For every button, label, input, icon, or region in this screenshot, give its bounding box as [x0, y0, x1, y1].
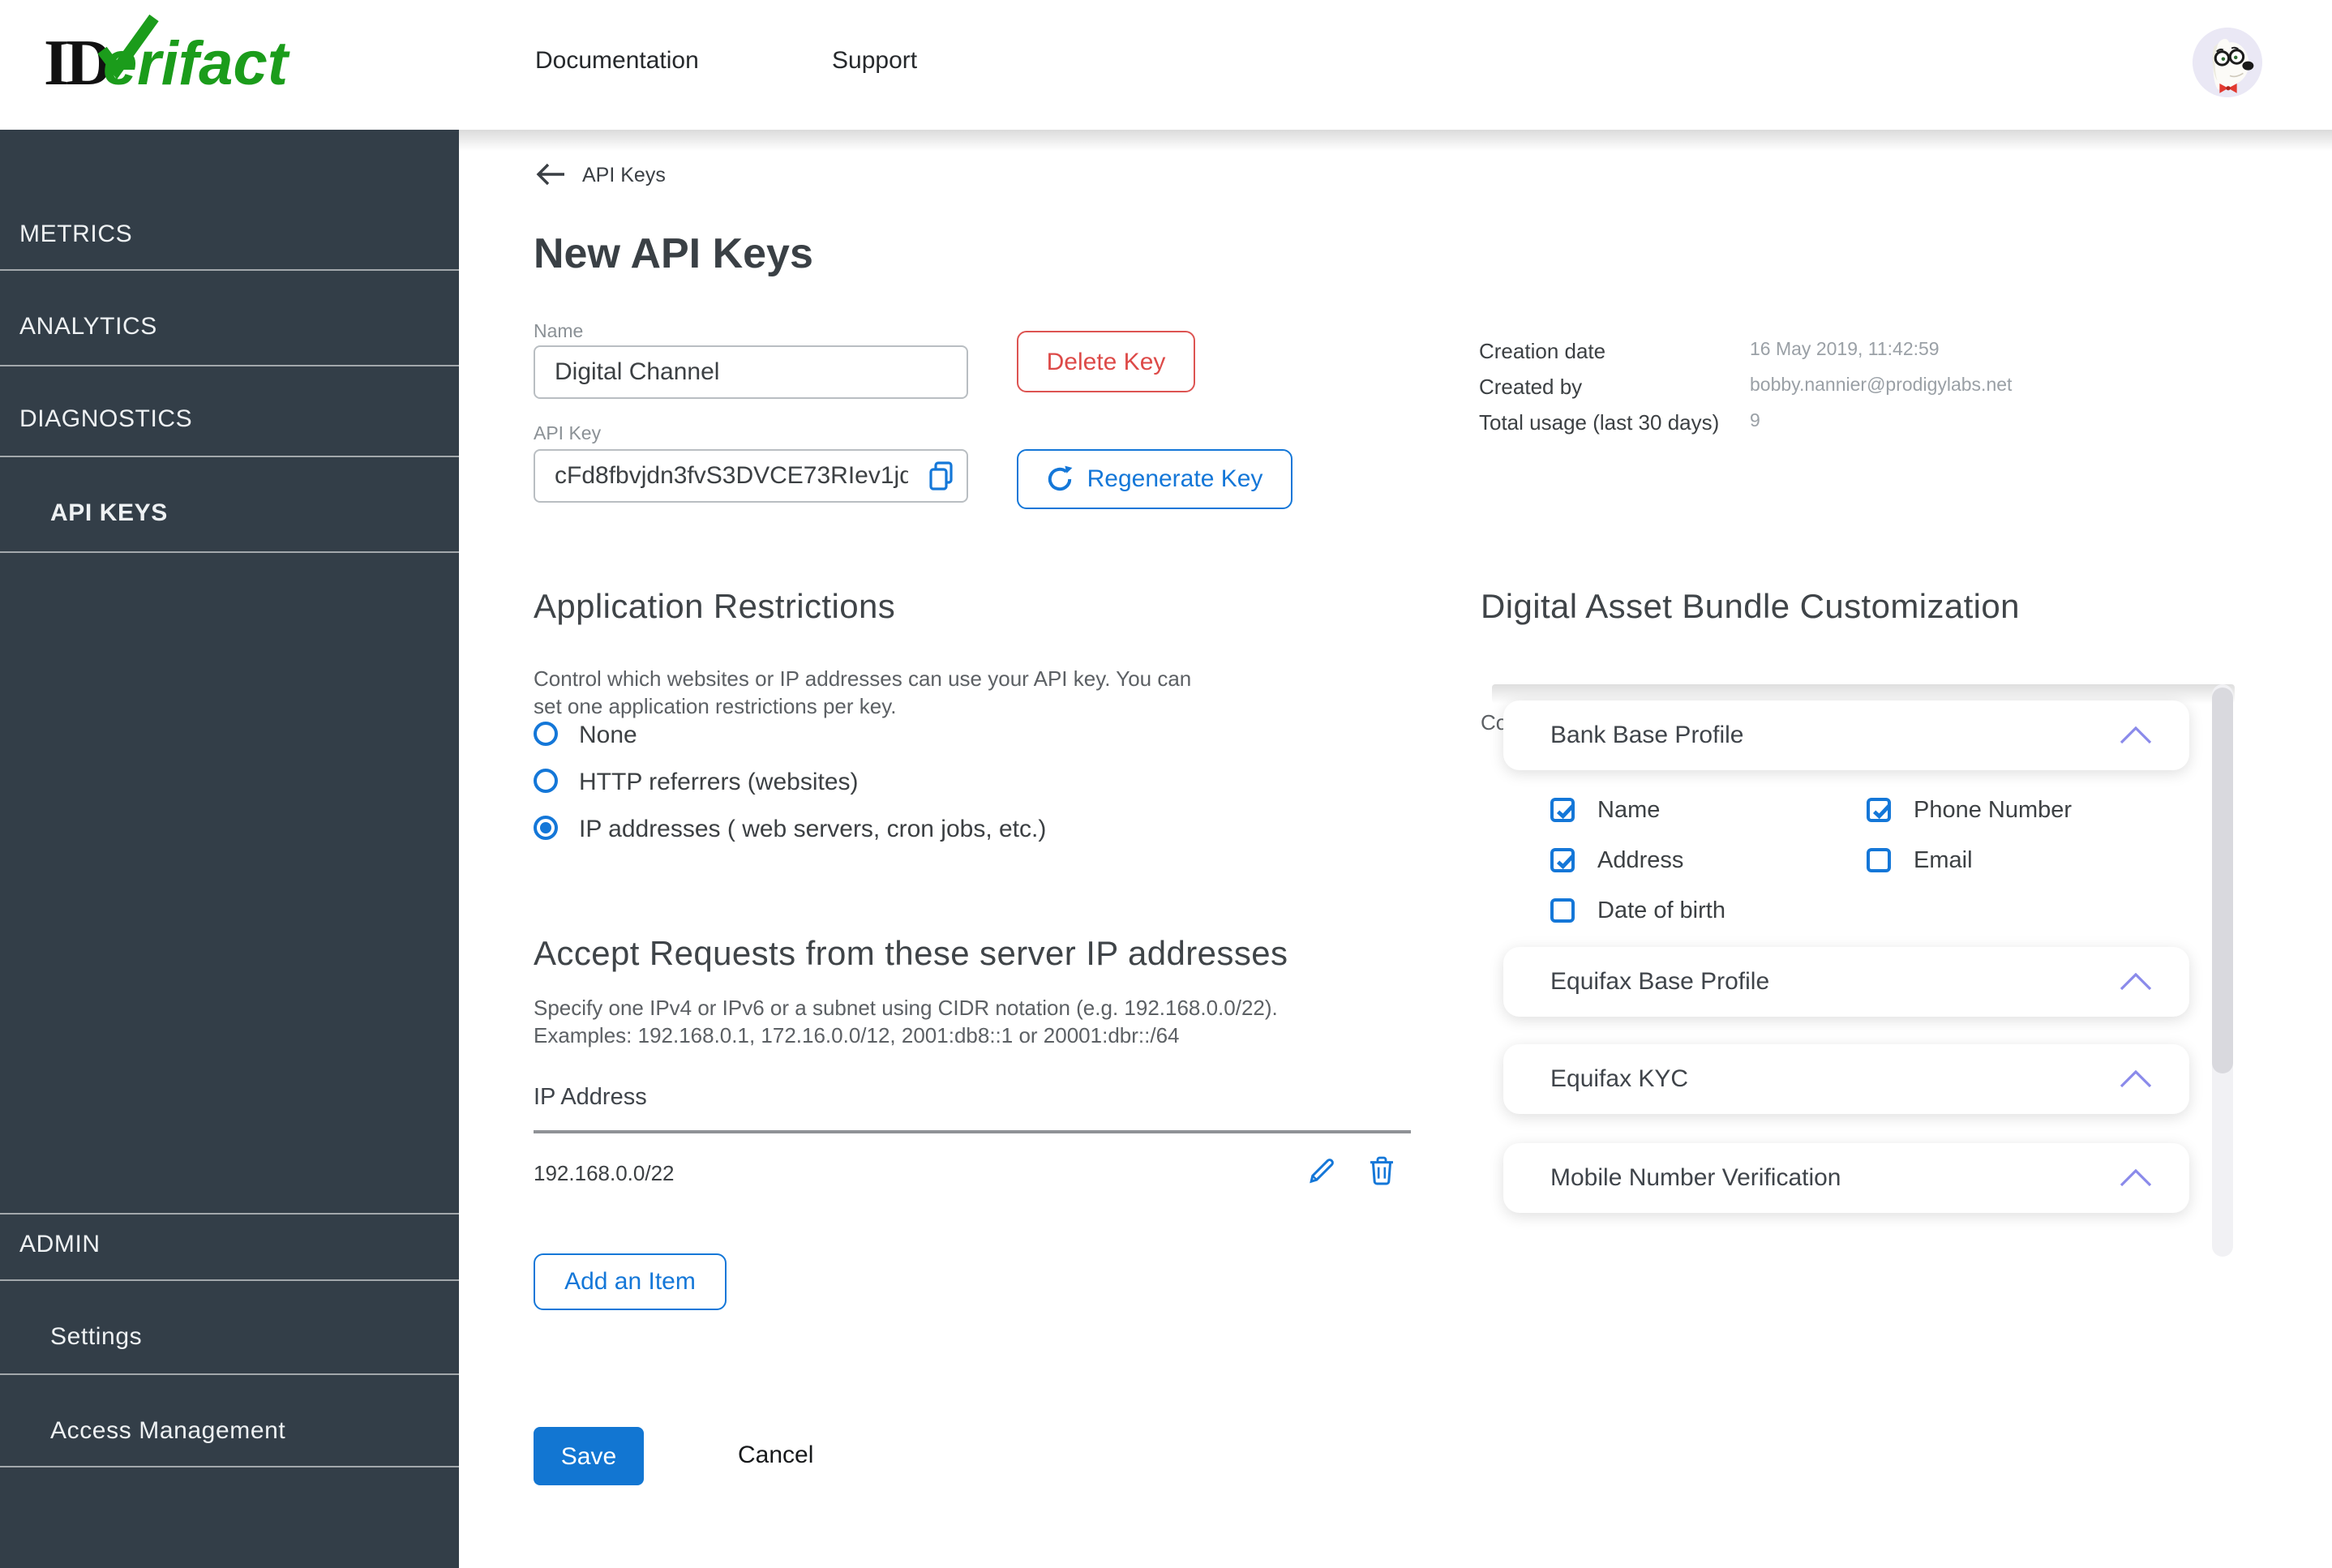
radio-label: None — [579, 722, 637, 749]
radio-button[interactable] — [534, 722, 558, 746]
sidebar-item-settings[interactable]: Settings — [50, 1323, 142, 1351]
ip-table-row-value: 192.168.0.0/22 — [534, 1161, 675, 1185]
sidebar-item-metrics[interactable]: METRICS — [19, 221, 132, 248]
chevron-up-icon[interactable] — [2120, 1070, 2152, 1088]
accordion-equifax-base-profile[interactable]: Equifax Base Profile — [1503, 947, 2189, 1017]
api-key-input[interactable] — [534, 449, 968, 503]
save-button[interactable]: Save — [534, 1427, 644, 1485]
ip-table-divider — [534, 1130, 1411, 1133]
delete-row-icon[interactable] — [1367, 1156, 1396, 1185]
meta-label: Total usage (last 30 days) — [1479, 410, 1720, 435]
accordion-mobile-number-verification[interactable]: Mobile Number Verification — [1503, 1143, 2189, 1213]
accordion-title: Bank Base Profile — [1550, 722, 1744, 749]
meta-value: 9 — [1750, 412, 1760, 431]
name-field-label: Name — [534, 323, 584, 342]
sidebar-item-analytics[interactable]: ANALYTICS — [19, 313, 157, 341]
avatar-dog-icon — [2193, 28, 2262, 97]
checkbox-unchecked[interactable] — [1867, 848, 1891, 872]
chevron-up-icon[interactable] — [2120, 973, 2152, 991]
name-input[interactable] — [534, 345, 968, 399]
meta-value: bobby.nannier@prodigylabs.net — [1750, 376, 2013, 396]
sidebar-item-diagnostics[interactable]: DIAGNOSTICS — [19, 405, 192, 433]
radio-label: HTTP referrers (websites) — [579, 769, 859, 796]
accordion-equifax-kyc[interactable]: Equifax KYC — [1503, 1044, 2189, 1114]
sidebar-item-api-keys[interactable]: API KEYS — [50, 499, 168, 527]
checkbox-unchecked[interactable] — [1550, 898, 1575, 923]
regenerate-key-label: Regenerate Key — [1087, 465, 1263, 493]
accordion-title: Equifax KYC — [1550, 1065, 1689, 1093]
sidebar: METRICS ANALYTICS DIAGNOSTICS API KEYS A… — [0, 130, 459, 1568]
sidebar-item-admin[interactable]: ADMIN — [19, 1231, 101, 1258]
bundle-scroll-area: Bank Base Profile Name Phone Number Addr… — [1492, 684, 2235, 1257]
header-shadow — [459, 130, 2332, 151]
ip-table-column-header: IP Address — [534, 1085, 647, 1111]
copy-icon[interactable] — [926, 461, 957, 491]
app-window: IDerifact Documentation Support METRICS … — [0, 0, 2332, 1568]
regenerate-key-button[interactable]: Regenerate Key — [1017, 449, 1292, 509]
top-header: IDerifact Documentation Support — [0, 0, 2332, 130]
page-title: New API Keys — [534, 229, 813, 277]
checkbox-label: Name — [1597, 798, 1661, 824]
back-arrow-icon[interactable] — [535, 162, 566, 186]
check-icon — [1871, 803, 1891, 820]
application-restrictions-description: Control which websites or IP addresses c… — [534, 666, 1192, 718]
check-icon — [1555, 803, 1575, 820]
edit-icon[interactable] — [1307, 1156, 1336, 1185]
nav-support[interactable]: Support — [832, 47, 917, 75]
divider — [0, 456, 459, 457]
accordion-title: Equifax Base Profile — [1550, 968, 1770, 996]
accordion-title: Mobile Number Verification — [1550, 1164, 1841, 1192]
radio-button-selected[interactable] — [534, 816, 558, 840]
breadcrumb[interactable]: API Keys — [582, 164, 666, 186]
refresh-icon — [1048, 465, 1073, 491]
sidebar-item-access-management[interactable]: Access Management — [50, 1417, 285, 1445]
delete-key-button[interactable]: Delete Key — [1017, 331, 1195, 392]
divider — [0, 269, 459, 271]
meta-value: 16 May 2019, 11:42:59 — [1750, 341, 1940, 360]
ip-section-description-line2: Examples: 192.168.0.1, 172.16.0.0/12, 20… — [534, 1023, 1180, 1047]
add-an-item-button[interactable]: Add an Item — [534, 1253, 727, 1310]
checkbox-label: Phone Number — [1914, 798, 2073, 824]
chevron-up-icon[interactable] — [2120, 726, 2152, 744]
checkbox-checked[interactable] — [1867, 798, 1891, 822]
ip-section-title: Accept Requests from these server IP add… — [534, 936, 1288, 973]
checkbox-label: Date of birth — [1597, 898, 1725, 924]
application-restrictions-title: Application Restrictions — [534, 589, 896, 626]
scrollbar-thumb[interactable] — [2212, 688, 2233, 1073]
meta-row: Created by bobby.nannier@prodigylabs.net — [1479, 375, 2241, 401]
checkbox-checked[interactable] — [1550, 848, 1575, 872]
radio-button[interactable] — [534, 769, 558, 793]
checkbox-label: Email — [1914, 848, 1973, 874]
divider — [0, 551, 459, 553]
logo-checkmark-icon — [97, 14, 159, 79]
api-key-field — [534, 449, 968, 503]
accordion-bank-base-profile[interactable]: Bank Base Profile — [1503, 700, 2189, 770]
bundle-title: Digital Asset Bundle Customization — [1481, 589, 2020, 626]
cancel-button[interactable]: Cancel — [738, 1442, 813, 1469]
checkbox-checked[interactable] — [1550, 798, 1575, 822]
chevron-up-icon[interactable] — [2120, 1169, 2152, 1187]
divider — [0, 1213, 459, 1215]
meta-row: Total usage (last 30 days) 9 — [1479, 410, 2241, 436]
meta-row: Creation date 16 May 2019, 11:42:59 — [1479, 339, 2241, 365]
nav-documentation[interactable]: Documentation — [535, 47, 699, 75]
divider — [0, 1279, 459, 1281]
meta-label: Creation date — [1479, 339, 1606, 363]
checkbox-label: Address — [1597, 848, 1684, 874]
api-key-field-label: API Key — [534, 425, 602, 444]
logo[interactable]: IDerifact — [44, 14, 288, 105]
ip-section-description-line1: Specify one IPv4 or IPv6 or a subnet usi… — [534, 996, 1278, 1020]
divider — [0, 1373, 459, 1375]
divider — [0, 365, 459, 366]
meta-label: Created by — [1479, 375, 1583, 399]
user-avatar[interactable] — [2193, 28, 2262, 97]
radio-label: IP addresses ( web servers, cron jobs, e… — [579, 816, 1047, 843]
divider — [0, 1466, 459, 1467]
check-icon — [1555, 854, 1575, 870]
